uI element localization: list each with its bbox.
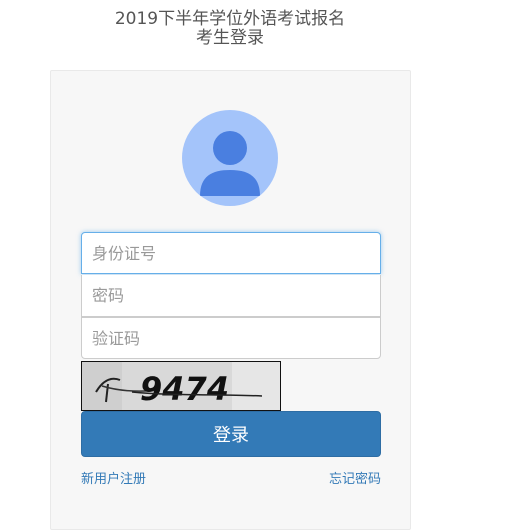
password-input[interactable] <box>81 275 381 317</box>
user-avatar-icon <box>182 110 278 206</box>
page-title: 2019下半年学位外语考试报名 <box>114 9 346 29</box>
register-link[interactable]: 新用户注册 <box>81 468 146 487</box>
captcha-input[interactable] <box>81 317 381 359</box>
forgot-password-link[interactable]: 忘记密码 <box>329 468 381 487</box>
captcha-text: 9474 <box>140 370 229 408</box>
captcha-image[interactable]: 9474 <box>81 361 281 411</box>
page-subtitle: 考生登录 <box>196 28 264 48</box>
captcha-graphic: 9474 <box>82 362 280 410</box>
login-button[interactable]: 登录 <box>81 411 381 457</box>
page-heading: 2019下半年学位外语考试报名 考生登录 <box>0 10 460 48</box>
id-number-input[interactable] <box>81 232 381 274</box>
